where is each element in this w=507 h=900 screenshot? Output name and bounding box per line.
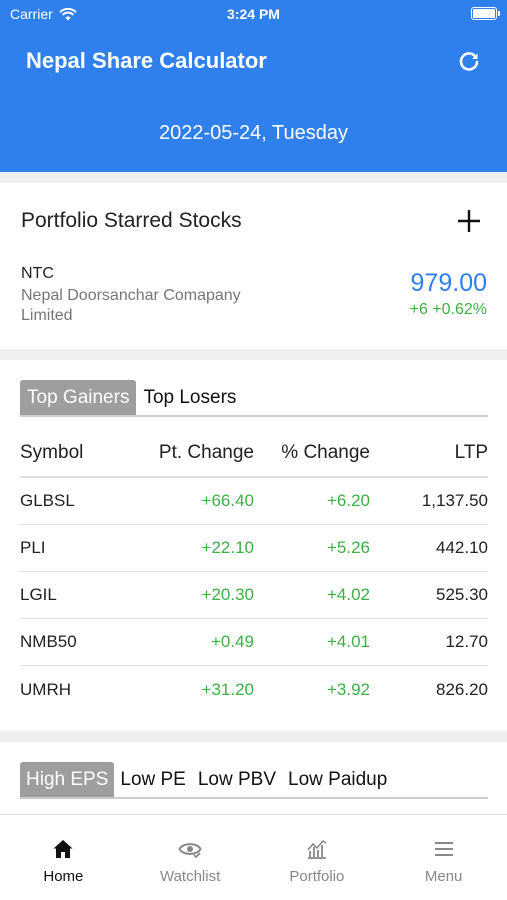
- row-ltp: 1,137.50: [421, 491, 488, 510]
- movers-table: Symbol Pt. Change % Change LTP GLBSL +66…: [20, 430, 488, 713]
- starred-stock-change: +6 +0.62%: [409, 301, 487, 318]
- table-row[interactable]: UMRH +31.20 +3.92 826.20: [20, 666, 488, 713]
- nav-watchlist[interactable]: Watchlist: [127, 815, 254, 900]
- column-header-ltp[interactable]: LTP: [370, 442, 488, 464]
- column-header-pt-change[interactable]: Pt. Change: [140, 442, 254, 464]
- row-pct-change: +3.92: [326, 679, 370, 699]
- status-time: 3:24 PM: [227, 6, 280, 22]
- row-symbol: PLI: [20, 538, 46, 557]
- eye-icon: [178, 843, 202, 859]
- refresh-button[interactable]: [455, 48, 483, 76]
- bottom-navigation: Home Watchlist Portfolio Menu: [0, 814, 507, 900]
- menu-icon: [434, 842, 453, 856]
- row-ltp: 826.20: [436, 679, 488, 699]
- column-header-symbol[interactable]: Symbol: [20, 442, 140, 464]
- chart-icon: [307, 839, 327, 859]
- row-symbol: NMB50: [20, 632, 77, 651]
- nav-home-label: Home: [43, 868, 84, 885]
- nav-home[interactable]: Home: [0, 815, 127, 900]
- starred-stocks-title: Portfolio Starred Stocks: [21, 209, 242, 232]
- row-pt-change: +20.30: [201, 585, 254, 604]
- fundamentals-card: High EPS Low PE Low PBV Low Paidup: [0, 742, 507, 816]
- tab-low-pbv[interactable]: Low PBV: [192, 762, 282, 797]
- row-pct-change: +4.01: [326, 632, 370, 651]
- row-pct-change: +6.20: [326, 491, 370, 510]
- starred-stock-price: 979.00: [410, 269, 487, 297]
- table-row[interactable]: NMB50 +0.49 +4.01 12.70: [20, 619, 488, 666]
- row-pt-change: +66.40: [201, 491, 254, 510]
- table-header: Symbol Pt. Change % Change LTP: [20, 430, 488, 478]
- battery-icon: [471, 7, 500, 20]
- home-icon: [53, 840, 73, 858]
- row-symbol: LGIL: [20, 585, 57, 604]
- row-ltp: 12.70: [445, 632, 488, 651]
- tab-top-gainers[interactable]: Top Gainers: [20, 380, 137, 415]
- tab-low-pe[interactable]: Low PE: [114, 762, 191, 797]
- starred-stock-symbol[interactable]: NTC: [21, 265, 54, 283]
- column-header-pct-change[interactable]: % Change: [254, 442, 370, 464]
- movers-tabs: Top Gainers Top Losers: [20, 380, 488, 417]
- row-ltp: 525.30: [436, 585, 488, 604]
- tab-top-losers[interactable]: Top Losers: [136, 380, 243, 415]
- current-date: 2022-05-24, Tuesday: [158, 122, 349, 144]
- nav-menu[interactable]: Menu: [380, 815, 507, 900]
- starred-stocks-card: Portfolio Starred Stocks NTC Nepal Doors…: [0, 183, 507, 349]
- tab-low-paidup[interactable]: Low Paidup: [282, 762, 393, 797]
- row-symbol: UMRH: [20, 679, 71, 699]
- fundamentals-tabs: High EPS Low PE Low PBV Low Paidup: [20, 762, 488, 799]
- market-movers-card: Top Gainers Top Losers Symbol Pt. Change…: [0, 360, 507, 731]
- table-row[interactable]: PLI +22.10 +5.26 442.10: [20, 525, 488, 572]
- row-pt-change: +22.10: [201, 538, 254, 557]
- starred-stock-name: Nepal Doorsanchar Comapany Limited: [21, 287, 241, 324]
- row-pct-change: +4.02: [326, 585, 370, 604]
- nav-portfolio-label: Portfolio: [289, 868, 345, 885]
- row-pt-change: +31.20: [201, 679, 254, 699]
- nav-portfolio[interactable]: Portfolio: [254, 815, 381, 900]
- add-starred-button[interactable]: [455, 207, 483, 235]
- table-row[interactable]: LGIL +20.30 +4.02 525.30: [20, 572, 488, 619]
- table-row[interactable]: GLBSL +66.40 +6.20 1,137.50: [20, 478, 488, 525]
- row-ltp: 442.10: [436, 538, 488, 557]
- app-header: Carrier 3:24 PM Nepal Share Calculator 2…: [0, 0, 507, 172]
- refresh-icon: [459, 52, 479, 71]
- status-bar: Carrier 3:24 PM: [0, 0, 507, 28]
- nav-menu-label: Menu: [424, 868, 463, 885]
- nav-watchlist-label: Watchlist: [159, 868, 221, 885]
- app-title: Nepal Share Calculator: [26, 48, 267, 73]
- plus-icon: [458, 210, 480, 232]
- row-pct-change: +5.26: [326, 538, 370, 557]
- row-symbol: GLBSL: [20, 491, 75, 510]
- row-pt-change: +0.49: [210, 632, 254, 651]
- tab-high-eps[interactable]: High EPS: [20, 762, 115, 797]
